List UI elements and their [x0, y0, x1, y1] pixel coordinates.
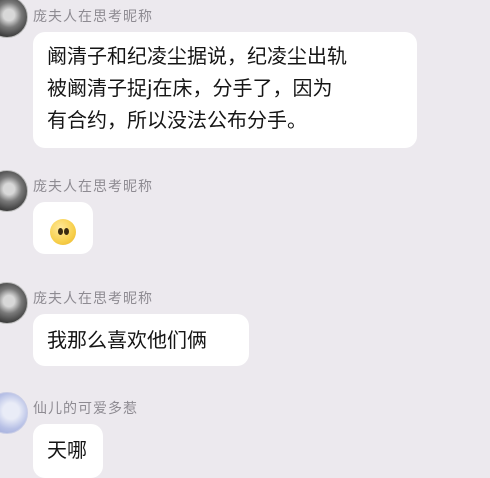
avatar[interactable]	[0, 282, 28, 324]
avatar[interactable]	[0, 0, 28, 38]
message-bubble[interactable]: 天哪	[33, 424, 103, 478]
sender-name: 庞夫人在思考昵称	[33, 291, 153, 307]
message-text-line: 阚清子和纪凌尘据说，纪凌尘出轨	[47, 44, 347, 68]
avatar[interactable]	[0, 170, 28, 212]
yellow-face-emoji	[50, 218, 76, 245]
message-bubble[interactable]	[33, 202, 93, 254]
message-bubble[interactable]: 阚清子和纪凌尘据说，纪凌尘出轨 被阚清子捉j在床，分手了，因为 有合约，所以没法…	[33, 32, 417, 148]
sender-name: 仙儿的可爱多惹	[33, 401, 138, 417]
avatar[interactable]	[0, 392, 28, 434]
message-text-line: 被阚清子捉j在床，分手了，因为	[47, 76, 333, 100]
message-text-line: 天哪	[47, 438, 87, 462]
message-text-line: 我那么喜欢他们俩	[47, 328, 207, 352]
message-text-line: 有合约，所以没法公布分手。	[47, 108, 307, 132]
sender-name: 庞夫人在思考昵称	[33, 179, 153, 195]
sender-name: 庞夫人在思考昵称	[33, 9, 153, 25]
message-bubble[interactable]: 我那么喜欢他们俩	[33, 314, 249, 366]
